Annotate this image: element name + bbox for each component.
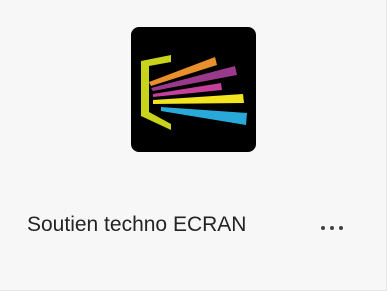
more-options-icon-dot	[330, 226, 334, 230]
team-name: Soutien techno ECRAN	[27, 213, 247, 236]
more-options-icon-dot	[339, 226, 343, 230]
ecran-logo-graphic	[141, 55, 247, 130]
more-options-icon	[321, 226, 325, 230]
ecran-logo-icon[interactable]	[131, 27, 256, 152]
more-options-button[interactable]	[315, 214, 349, 242]
logo-ray-cyan	[161, 107, 247, 125]
team-card[interactable]: Soutien techno ECRAN	[0, 0, 387, 291]
